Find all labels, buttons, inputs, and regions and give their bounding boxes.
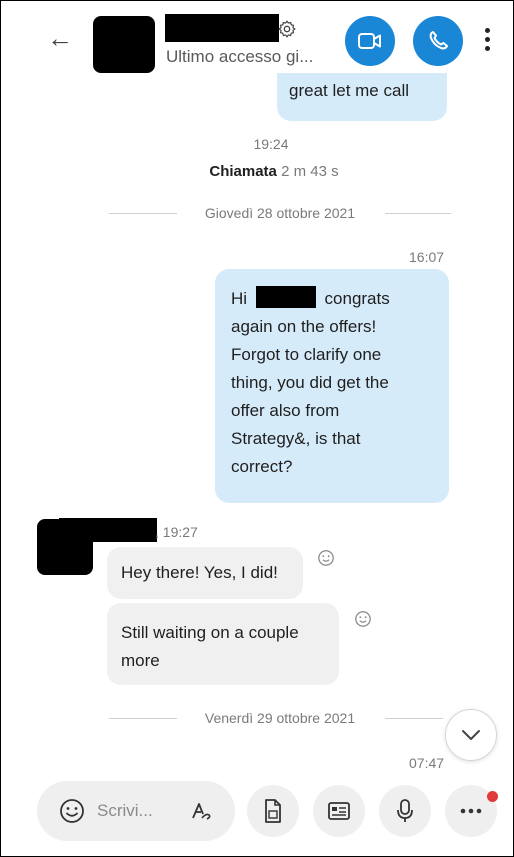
emoji-icon[interactable]: [59, 798, 85, 824]
reaction-icon[interactable]: [354, 610, 372, 628]
more-vertical-icon[interactable]: [479, 28, 495, 56]
call-info: Chiamata 2 m 43 s: [1, 163, 513, 180]
outgoing-message[interactable]: great let me call: [277, 73, 447, 121]
sender-name: [59, 518, 157, 542]
video-call-icon: [358, 33, 381, 49]
gear-icon[interactable]: [277, 19, 297, 39]
call-duration: 2 m 43 s: [281, 163, 339, 180]
message-composer[interactable]: Scrivi...: [37, 781, 235, 841]
chat-window: ← Ultimo accesso gi... great let me call…: [0, 0, 514, 857]
more-horizontal-icon: [460, 808, 482, 814]
voice-message-button[interactable]: [379, 785, 431, 837]
message-time: , 19:27: [155, 524, 198, 540]
contact-card-icon: [328, 802, 350, 820]
date-divider: Giovedì 28 ottobre 2021: [204, 205, 356, 221]
message-text: Still waiting on a couple more: [121, 623, 299, 670]
divider-line: [109, 213, 177, 214]
back-arrow-icon[interactable]: ←: [45, 23, 75, 53]
phone-icon: [429, 31, 448, 50]
video-call-button[interactable]: [345, 16, 395, 66]
last-access-text: Ultimo accesso gi...: [166, 47, 314, 66]
outgoing-message[interactable]: Hi congrats again on the offers! Forgot …: [215, 269, 449, 503]
message-text: great let me call: [289, 81, 409, 100]
divider-line: [109, 718, 177, 719]
file-icon: [265, 799, 281, 823]
incoming-message[interactable]: Hey there! Yes, I did!: [107, 547, 303, 599]
chevron-down-icon: [462, 730, 480, 740]
attach-file-button[interactable]: [247, 785, 299, 837]
contact-name[interactable]: [165, 14, 279, 42]
scroll-to-bottom-button[interactable]: [445, 709, 497, 761]
message-text: Hey there! Yes, I did!: [121, 563, 278, 582]
contact-card-button[interactable]: [313, 785, 365, 837]
message-input[interactable]: Scrivi...: [97, 801, 153, 821]
microphone-icon: [397, 799, 413, 822]
message-time: 07:47: [409, 755, 445, 771]
redacted-name: [255, 286, 316, 308]
message-text: Hi congrats again on the offers! Forgot …: [231, 285, 441, 481]
message-time: 16:07: [409, 249, 445, 265]
divider-line: [385, 718, 443, 719]
date-divider: Venerdì 29 ottobre 2021: [204, 710, 356, 726]
call-label: Chiamata: [209, 163, 277, 180]
reaction-icon[interactable]: [317, 549, 335, 567]
format-text-icon[interactable]: [189, 799, 213, 823]
incoming-message[interactable]: Still waiting on a couple more: [107, 603, 339, 685]
chat-header: ← Ultimo accesso gi...: [1, 1, 513, 81]
divider-line: [385, 213, 451, 214]
avatar[interactable]: [93, 16, 155, 73]
notification-dot: [487, 791, 498, 802]
call-time: 19:24: [253, 136, 289, 152]
voice-call-button[interactable]: [413, 16, 463, 66]
